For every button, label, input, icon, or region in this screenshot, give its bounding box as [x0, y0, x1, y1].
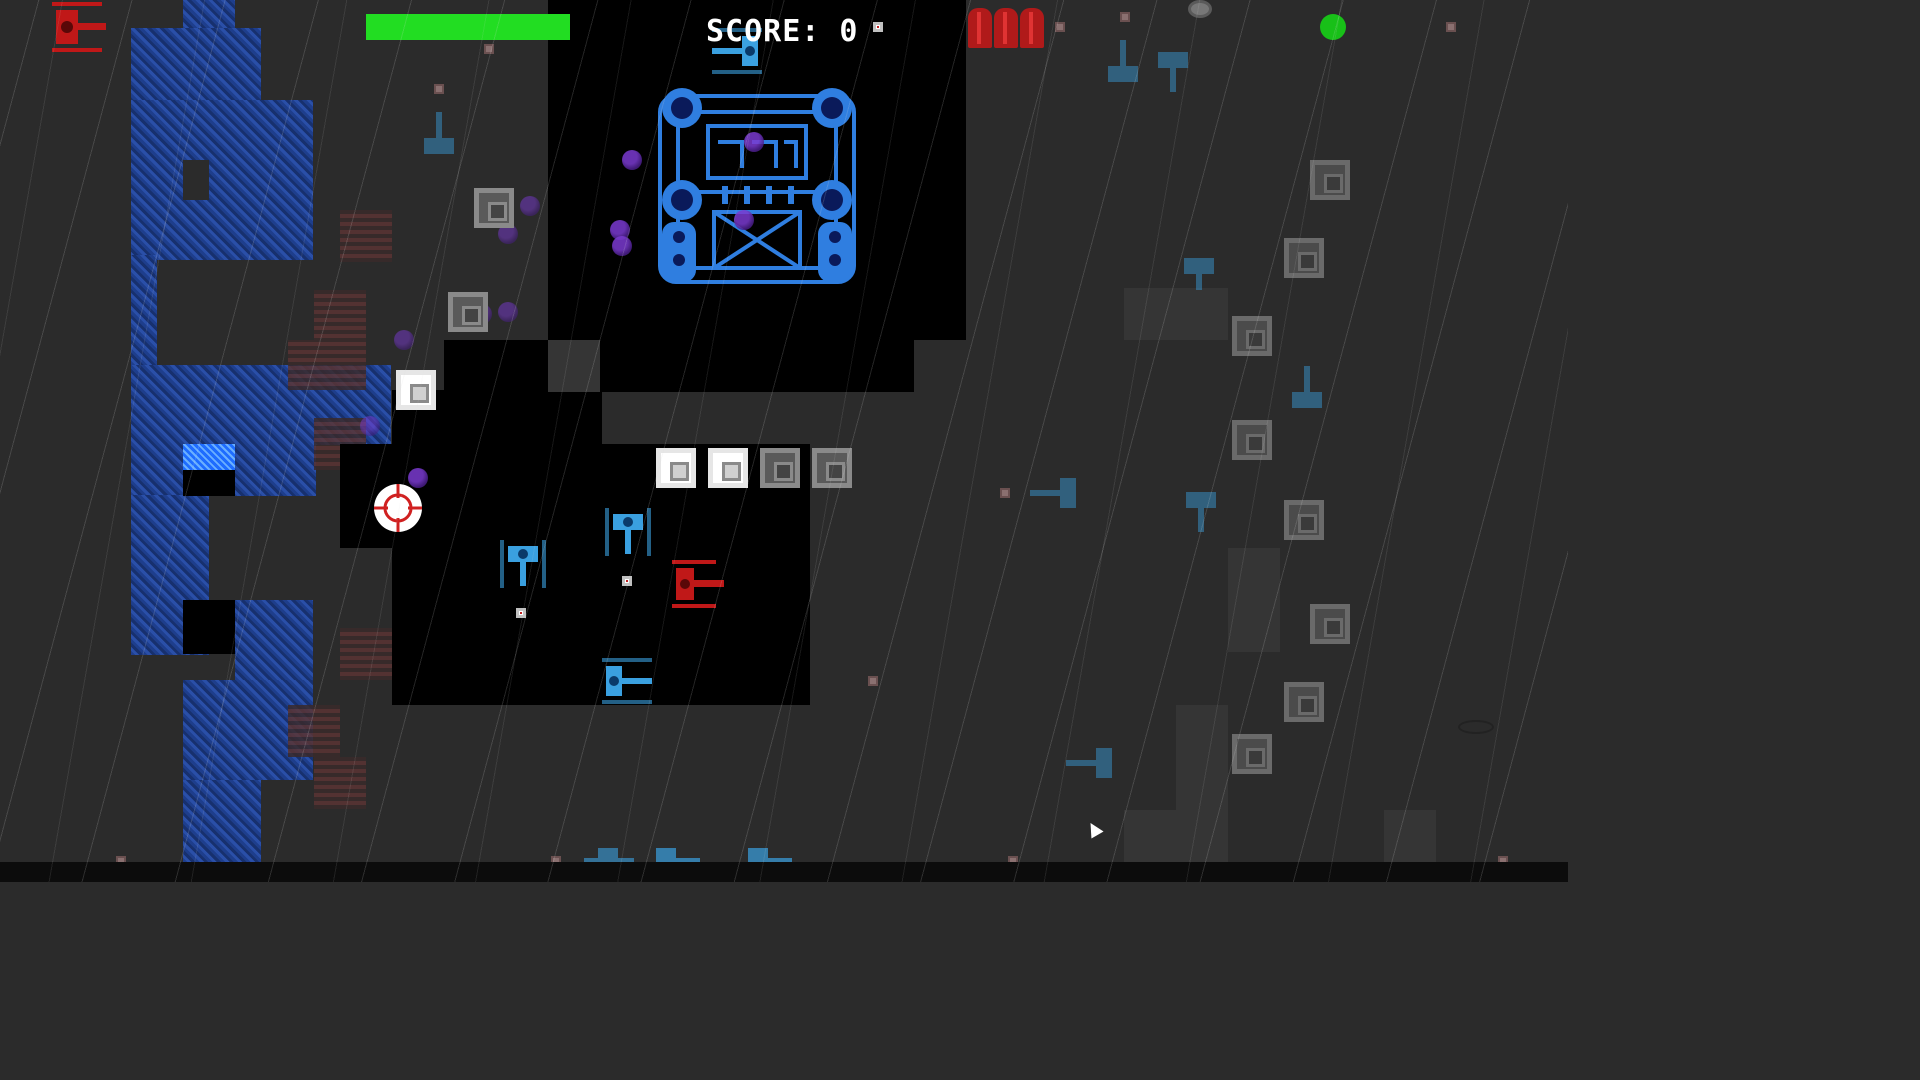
health-bar-fill [366, 14, 570, 40]
metal-crate [1284, 238, 1324, 278]
enemy-tank-icon [1292, 366, 1322, 408]
landmine-ring-icon [1458, 720, 1494, 734]
dark-floor-tile [1228, 548, 1280, 652]
mine-marker [1446, 22, 1456, 32]
bottom-border [0, 862, 1568, 882]
dark-floor-tile [1124, 810, 1176, 862]
dark-floor-tile [548, 340, 600, 392]
brick-wall [288, 340, 314, 390]
metal-crate [1284, 500, 1324, 540]
enemy-tank-icon [605, 508, 651, 556]
status-light-icon [1320, 14, 1346, 40]
metal-crate [474, 188, 514, 228]
river-pit [183, 470, 235, 496]
water-river [183, 0, 235, 30]
metal-crate [1310, 604, 1350, 644]
mine-marker [1120, 12, 1130, 22]
ammo-pickup [622, 576, 632, 586]
enemy-orb [622, 150, 642, 170]
revealed-area [600, 338, 914, 392]
water-river [131, 100, 313, 260]
mine-marker [868, 676, 878, 686]
score-label: SCORE: 0 [706, 14, 859, 49]
brick-wall [288, 705, 340, 757]
ammo-shell-icon [968, 8, 992, 48]
enemy-tank-icon [1186, 492, 1216, 532]
river-gap [183, 160, 209, 200]
enemy-orb [394, 330, 414, 350]
ammo-shell-icon [994, 8, 1018, 48]
ammo-shell-icon [1020, 8, 1044, 48]
revealed-area [392, 548, 810, 705]
enemy-orb [612, 236, 632, 256]
ammo-pickup [873, 22, 883, 32]
enemy-tank-icon [1066, 748, 1112, 778]
metal-crate [396, 370, 436, 410]
brick-wall [340, 628, 392, 680]
enemy-tank-icon [500, 540, 546, 588]
water-river [235, 600, 313, 680]
landmine-icon [1188, 0, 1212, 18]
fortress-boss-icon [658, 88, 856, 284]
metal-crate [448, 292, 488, 332]
water-river [131, 255, 157, 365]
enemy-tank-icon [602, 658, 652, 704]
river-pit [183, 600, 235, 654]
mine-marker [1000, 488, 1010, 498]
enemy-orb [360, 416, 380, 436]
crosshair-icon [374, 484, 422, 532]
mine-marker [434, 84, 444, 94]
enemy-orb [498, 302, 518, 322]
mouse-cursor-icon [1084, 819, 1104, 839]
enemy-orb [520, 196, 540, 216]
red-tank-icon [672, 560, 724, 608]
metal-crate [708, 448, 748, 488]
metal-crate [1232, 734, 1272, 774]
metal-crate [1232, 420, 1272, 460]
dark-floor-tile [1176, 705, 1228, 862]
brick-wall [314, 757, 366, 809]
metal-crate [812, 448, 852, 488]
enemy-orb [734, 210, 754, 230]
dark-floor-tile [1384, 810, 1436, 862]
enemy-orb [744, 132, 764, 152]
enemy-tank-icon [1158, 52, 1188, 92]
mine-marker [1055, 22, 1065, 32]
mine-marker [484, 44, 494, 54]
metal-crate [1232, 316, 1272, 356]
enemy-tank-icon [1108, 40, 1138, 82]
water-river [183, 780, 261, 862]
enemy-tank-icon [1184, 258, 1214, 290]
enemy-tank-icon [424, 112, 454, 154]
brick-wall [314, 290, 366, 390]
brick-wall [340, 210, 392, 262]
red-tank-icon [52, 2, 106, 52]
health-bar [366, 14, 570, 40]
bright-water-tile [183, 444, 235, 470]
metal-crate [1284, 682, 1324, 722]
ammo-pickup [516, 608, 526, 618]
metal-crate [656, 448, 696, 488]
metal-crate [1310, 160, 1350, 200]
enemy-tank-icon [1030, 478, 1076, 508]
dark-floor-tile [1124, 288, 1228, 340]
metal-crate [760, 448, 800, 488]
